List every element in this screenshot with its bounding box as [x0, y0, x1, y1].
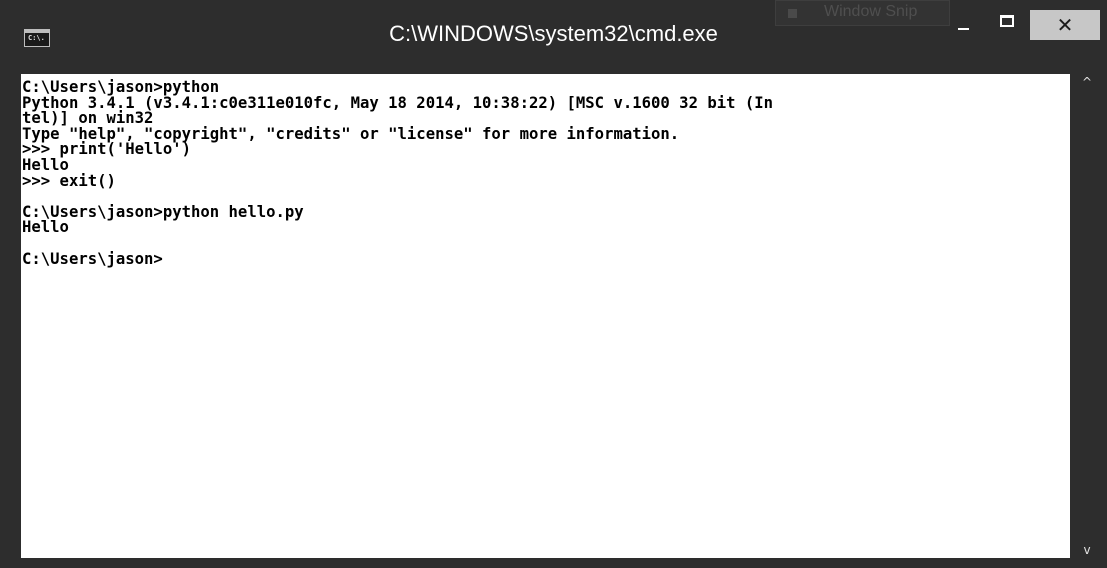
cmd-icon[interactable]: C:\. — [24, 29, 50, 47]
snip-record-icon — [788, 9, 797, 18]
close-icon: ✕ — [1056, 13, 1074, 37]
maximize-icon — [1000, 15, 1014, 27]
console-line: Hello — [22, 155, 69, 174]
console-line: Python 3.4.1 (v3.4.1:c0e311e010fc, May 1… — [22, 93, 774, 112]
console-line: Hello — [22, 218, 69, 237]
vertical-scrollbar[interactable]: ^ v — [1073, 74, 1101, 558]
console-line: C:\Users\jason>python hello.py — [22, 202, 304, 221]
minimize-icon — [958, 28, 969, 30]
window-snip-overlay: Window Snip — [775, 0, 950, 26]
console-output: C:\Users\jason>python Python 3.4.1 (v3.4.… — [21, 74, 1070, 267]
close-button[interactable]: ✕ — [1030, 10, 1100, 40]
console-area[interactable]: C:\Users\jason>python Python 3.4.1 (v3.4.… — [21, 74, 1070, 558]
cmd-window: C:\. C:\WINDOWS\system32\cmd.exe Window … — [0, 0, 1107, 568]
scroll-down-arrow-icon[interactable]: v — [1073, 542, 1101, 558]
cmd-icon-bar — [25, 30, 49, 33]
title-bar[interactable]: C:\. C:\WINDOWS\system32\cmd.exe Window … — [0, 0, 1107, 50]
console-line: >>> exit() — [22, 171, 116, 190]
maximize-button[interactable] — [992, 10, 1022, 40]
minimize-button[interactable] — [950, 10, 978, 40]
snip-label: Window Snip — [824, 3, 918, 20]
scroll-up-arrow-icon[interactable]: ^ — [1073, 74, 1101, 90]
cmd-icon-label: C:\. — [28, 34, 45, 42]
console-line: >>> print('Hello') — [22, 140, 191, 159]
console-line: C:\Users\jason> — [22, 249, 163, 268]
scroll-thumb[interactable] — [1073, 90, 1101, 520]
